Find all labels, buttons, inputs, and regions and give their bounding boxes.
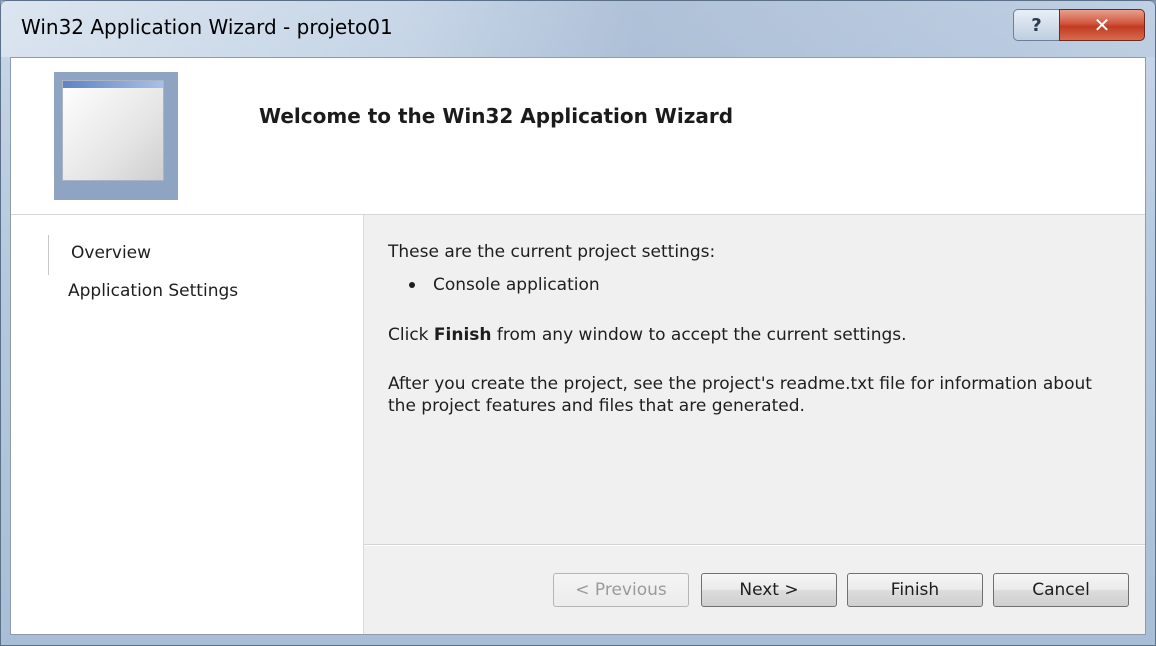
next-button[interactable]: Next > bbox=[701, 573, 837, 607]
wizard-content: These are the current project settings: … bbox=[364, 215, 1145, 545]
finish-hint: Click Finish from any window to accept t… bbox=[388, 325, 907, 345]
settings-intro: These are the current project settings: bbox=[388, 242, 716, 262]
wizard-window: Win32 Application Wizard - projeto01 ? ✕… bbox=[0, 0, 1156, 646]
wizard-client-area: Welcome to the Win32 Application Wizard … bbox=[10, 57, 1146, 635]
title-bar[interactable]: Win32 Application Wizard - projeto01 ? ✕ bbox=[1, 1, 1155, 57]
selected-indicator bbox=[48, 235, 49, 275]
finish-hint-suffix: from any window to accept the current se… bbox=[491, 325, 907, 345]
finish-hint-prefix: Click bbox=[388, 325, 434, 345]
close-icon: ✕ bbox=[1093, 13, 1111, 37]
cancel-button[interactable]: Cancel bbox=[993, 573, 1129, 607]
setting-console-application: Console application bbox=[433, 275, 600, 295]
settings-list-item: Console application bbox=[409, 275, 600, 295]
wizard-header: Welcome to the Win32 Application Wizard bbox=[11, 58, 1145, 215]
wizard-window-icon bbox=[54, 72, 178, 200]
bullet-icon bbox=[409, 282, 415, 288]
window-preview-icon bbox=[62, 80, 164, 181]
wizard-sidebar: Overview Application Settings bbox=[11, 215, 364, 634]
previous-button[interactable]: < Previous bbox=[553, 573, 689, 607]
footer-divider bbox=[364, 544, 1145, 546]
sidebar-item-overview[interactable]: Overview bbox=[71, 243, 151, 263]
finish-button[interactable]: Finish bbox=[847, 573, 983, 607]
page-title: Welcome to the Win32 Application Wizard bbox=[259, 104, 734, 128]
window-title: Win32 Application Wizard - projeto01 bbox=[21, 15, 393, 39]
close-button[interactable]: ✕ bbox=[1059, 9, 1145, 41]
window-preview-titlebar bbox=[63, 81, 163, 88]
finish-hint-bold: Finish bbox=[433, 325, 492, 345]
readme-note: After you create the project, see the pr… bbox=[388, 374, 1092, 416]
help-button[interactable]: ? bbox=[1013, 9, 1060, 41]
sidebar-item-application-settings[interactable]: Application Settings bbox=[68, 281, 238, 301]
help-icon: ? bbox=[1031, 14, 1042, 36]
